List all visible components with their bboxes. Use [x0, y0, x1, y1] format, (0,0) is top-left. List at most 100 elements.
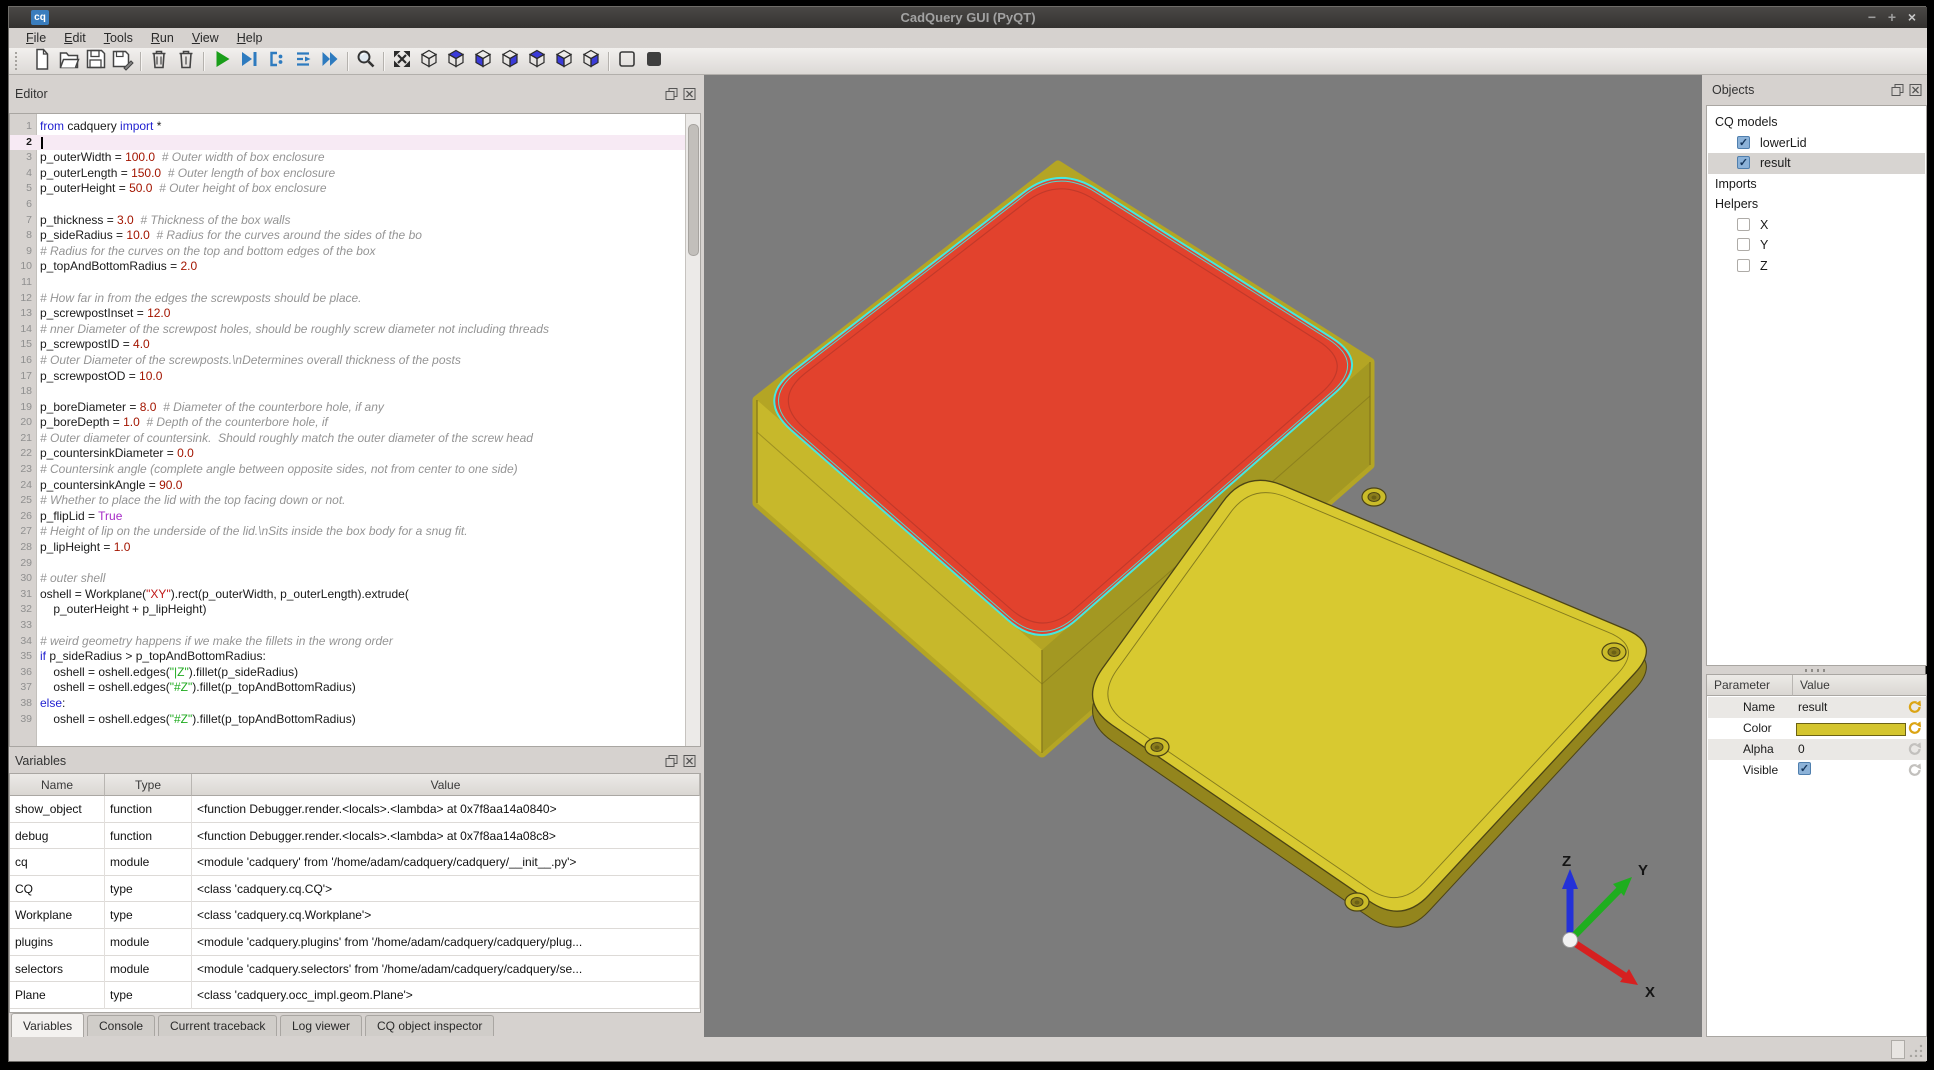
code-line-25[interactable]: 25# Whether to place the lid with the to… [10, 493, 686, 509]
status-widget[interactable] [1891, 1040, 1905, 1059]
shaded-mode-button[interactable] [640, 49, 667, 74]
minimize-button[interactable]: − [1863, 9, 1881, 26]
menu-item-tools[interactable]: Tools [95, 29, 142, 47]
maximize-button[interactable]: + [1883, 9, 1901, 26]
code-line-32[interactable]: 32 p_outerHeight + p_lipHeight) [10, 602, 686, 618]
new-file-button[interactable] [28, 49, 55, 74]
code-line-12[interactable]: 12# How far in from the edges the screwp… [10, 291, 686, 307]
variables-column-header-name[interactable]: Name [10, 774, 105, 796]
visible-checkbox[interactable]: ✓ [1798, 762, 1811, 775]
objects-item-y[interactable]: Y [1708, 235, 1925, 256]
code-line-39[interactable]: 39 oshell = oshell.edges("#Z").fillet(p_… [10, 712, 686, 728]
code-line-31[interactable]: 31oshell = Workplane("XY").rect(p_outerW… [10, 587, 686, 603]
iso-view-button[interactable] [415, 49, 442, 74]
editor-scrollbar[interactable] [685, 114, 700, 746]
code-line-15[interactable]: 15p_screwpostID = 4.0 [10, 337, 686, 353]
objects-item-x[interactable]: X [1708, 215, 1925, 236]
top-view-button[interactable] [442, 49, 469, 74]
code-line-4[interactable]: 4p_outerLength = 150.0 # Outer length of… [10, 166, 686, 182]
code-line-34[interactable]: 34# weird geometry happens if we make th… [10, 634, 686, 650]
parameter-row-visible[interactable]: Visible✓ [1708, 760, 1926, 781]
front-view-button[interactable] [496, 49, 523, 74]
visibility-checkbox[interactable]: ✓ [1737, 156, 1750, 169]
close-panel-icon[interactable] [682, 87, 697, 102]
editor-scrollbar-thumb[interactable] [688, 124, 699, 256]
save-file-button[interactable] [82, 49, 109, 74]
visibility-checkbox[interactable] [1737, 238, 1750, 251]
code-line-17[interactable]: 17p_screwpostOD = 10.0 [10, 369, 686, 385]
variable-row-selectors[interactable]: selectorsmodule<module 'cadquery.selecto… [10, 956, 700, 983]
code-line-21[interactable]: 21# Outer diameter of countersink. Shoul… [10, 431, 686, 447]
parameter-row-alpha[interactable]: Alpha0 [1708, 739, 1926, 760]
objects-group-cq-models[interactable]: CQ models [1708, 112, 1925, 133]
panel-splitter[interactable] [1706, 666, 1927, 674]
code-line-16[interactable]: 16# Outer Diameter of the screwposts.\nD… [10, 353, 686, 369]
close-panel-icon[interactable] [1908, 83, 1923, 98]
code-line-8[interactable]: 8p_sideRadius = 10.0 # Radius for the cu… [10, 228, 686, 244]
float-panel-icon[interactable] [664, 754, 679, 769]
code-line-9[interactable]: 9# Radius for the curves on the top and … [10, 244, 686, 260]
close-button[interactable]: × [1903, 9, 1921, 26]
code-line-10[interactable]: 10p_topAndBottomRadius = 2.0 [10, 259, 686, 275]
code-line-29[interactable]: 29 [10, 556, 686, 572]
left-view-button[interactable] [550, 49, 577, 74]
parameter-row-color[interactable]: Color [1708, 718, 1926, 739]
code-line-37[interactable]: 37 oshell = oshell.edges("#Z").fillet(p_… [10, 680, 686, 696]
variable-row-Workplane[interactable]: Workplanetype<class 'cadquery.cq.Workpla… [10, 902, 700, 929]
menu-item-file[interactable]: File [17, 29, 55, 47]
back-view-button[interactable] [523, 49, 550, 74]
fit-view-button[interactable] [388, 49, 415, 74]
menu-item-view[interactable]: View [183, 29, 228, 47]
variable-row-CQ[interactable]: CQtype<class 'cadquery.cq.CQ'> [10, 876, 700, 903]
tab-console[interactable]: Console [87, 1015, 155, 1036]
visibility-checkbox[interactable]: ✓ [1737, 136, 1750, 149]
code-line-20[interactable]: 20p_boreDepth = 1.0 # Depth of the count… [10, 415, 686, 431]
title-bar[interactable]: cq CadQuery GUI (PyQT) − + × [9, 7, 1927, 29]
code-line-11[interactable]: 11 [10, 275, 686, 291]
tab-variables[interactable]: Variables [11, 1013, 84, 1037]
code-line-36[interactable]: 36 oshell = oshell.edges("|Z").fillet(p_… [10, 665, 686, 681]
code-line-24[interactable]: 24p_countersinkAngle = 90.0 [10, 478, 686, 494]
variables-column-header-type[interactable]: Type [105, 774, 192, 796]
variable-row-cq[interactable]: cqmodule<module 'cadquery' from '/home/a… [10, 849, 700, 876]
reset-parameter-icon[interactable] [1907, 720, 1923, 736]
menu-item-run[interactable]: Run [142, 29, 183, 47]
continue-button[interactable] [316, 49, 343, 74]
float-panel-icon[interactable] [1890, 83, 1905, 98]
debug-script-button[interactable] [235, 49, 262, 74]
reset-parameter-icon[interactable] [1907, 699, 1923, 715]
run-script-button[interactable] [208, 49, 235, 74]
code-line-14[interactable]: 14# nner Diameter of the screwpost holes… [10, 322, 686, 338]
tab-log-viewer[interactable]: Log viewer [280, 1015, 362, 1036]
code-line-6[interactable]: 6 [10, 197, 686, 213]
variable-row-show_object[interactable]: show_objectfunction<function Debugger.re… [10, 796, 700, 823]
variable-row-plugins[interactable]: pluginsmodule<module 'cadquery.plugins' … [10, 929, 700, 956]
code-line-35[interactable]: 35if p_sideRadius > p_topAndBottomRadius… [10, 649, 686, 665]
save-as-button[interactable] [109, 49, 136, 74]
bottom-view-button[interactable] [469, 49, 496, 74]
variable-row-Plane[interactable]: Planetype<class 'cadquery.occ_impl.geom.… [10, 982, 700, 1009]
step-into-button[interactable] [262, 49, 289, 74]
float-panel-icon[interactable] [664, 87, 679, 102]
code-line-22[interactable]: 22p_countersinkDiameter = 0.0 [10, 446, 686, 462]
tab-current-traceback[interactable]: Current traceback [158, 1015, 277, 1036]
parameter-value[interactable]: result [1798, 700, 1827, 714]
code-line-13[interactable]: 13p_screwpostInset = 12.0 [10, 306, 686, 322]
objects-item-lowerlid[interactable]: ✓lowerLid [1708, 133, 1925, 154]
parameter-value[interactable]: 0 [1798, 742, 1805, 756]
objects-item-result[interactable]: ✓result [1708, 153, 1925, 174]
right-view-button[interactable] [577, 49, 604, 74]
delete-all-button[interactable] [172, 49, 199, 74]
code-line-19[interactable]: 19p_boreDiameter = 8.0 # Diameter of the… [10, 400, 686, 416]
code-line-18[interactable]: 18 [10, 384, 686, 400]
menu-item-help[interactable]: Help [228, 29, 272, 47]
code-line-1[interactable]: 1from cadquery import * [10, 119, 686, 135]
code-line-27[interactable]: 27# Height of lip on the underside of th… [10, 524, 686, 540]
tab-cq-object-inspector[interactable]: CQ object inspector [365, 1015, 494, 1036]
code-line-2[interactable]: 2 [10, 135, 686, 151]
code-line-38[interactable]: 38else: [10, 696, 686, 712]
wireframe-mode-button[interactable] [613, 49, 640, 74]
delete-button[interactable] [145, 49, 172, 74]
code-line-33[interactable]: 33 [10, 618, 686, 634]
code-line-30[interactable]: 30# outer shell [10, 571, 686, 587]
